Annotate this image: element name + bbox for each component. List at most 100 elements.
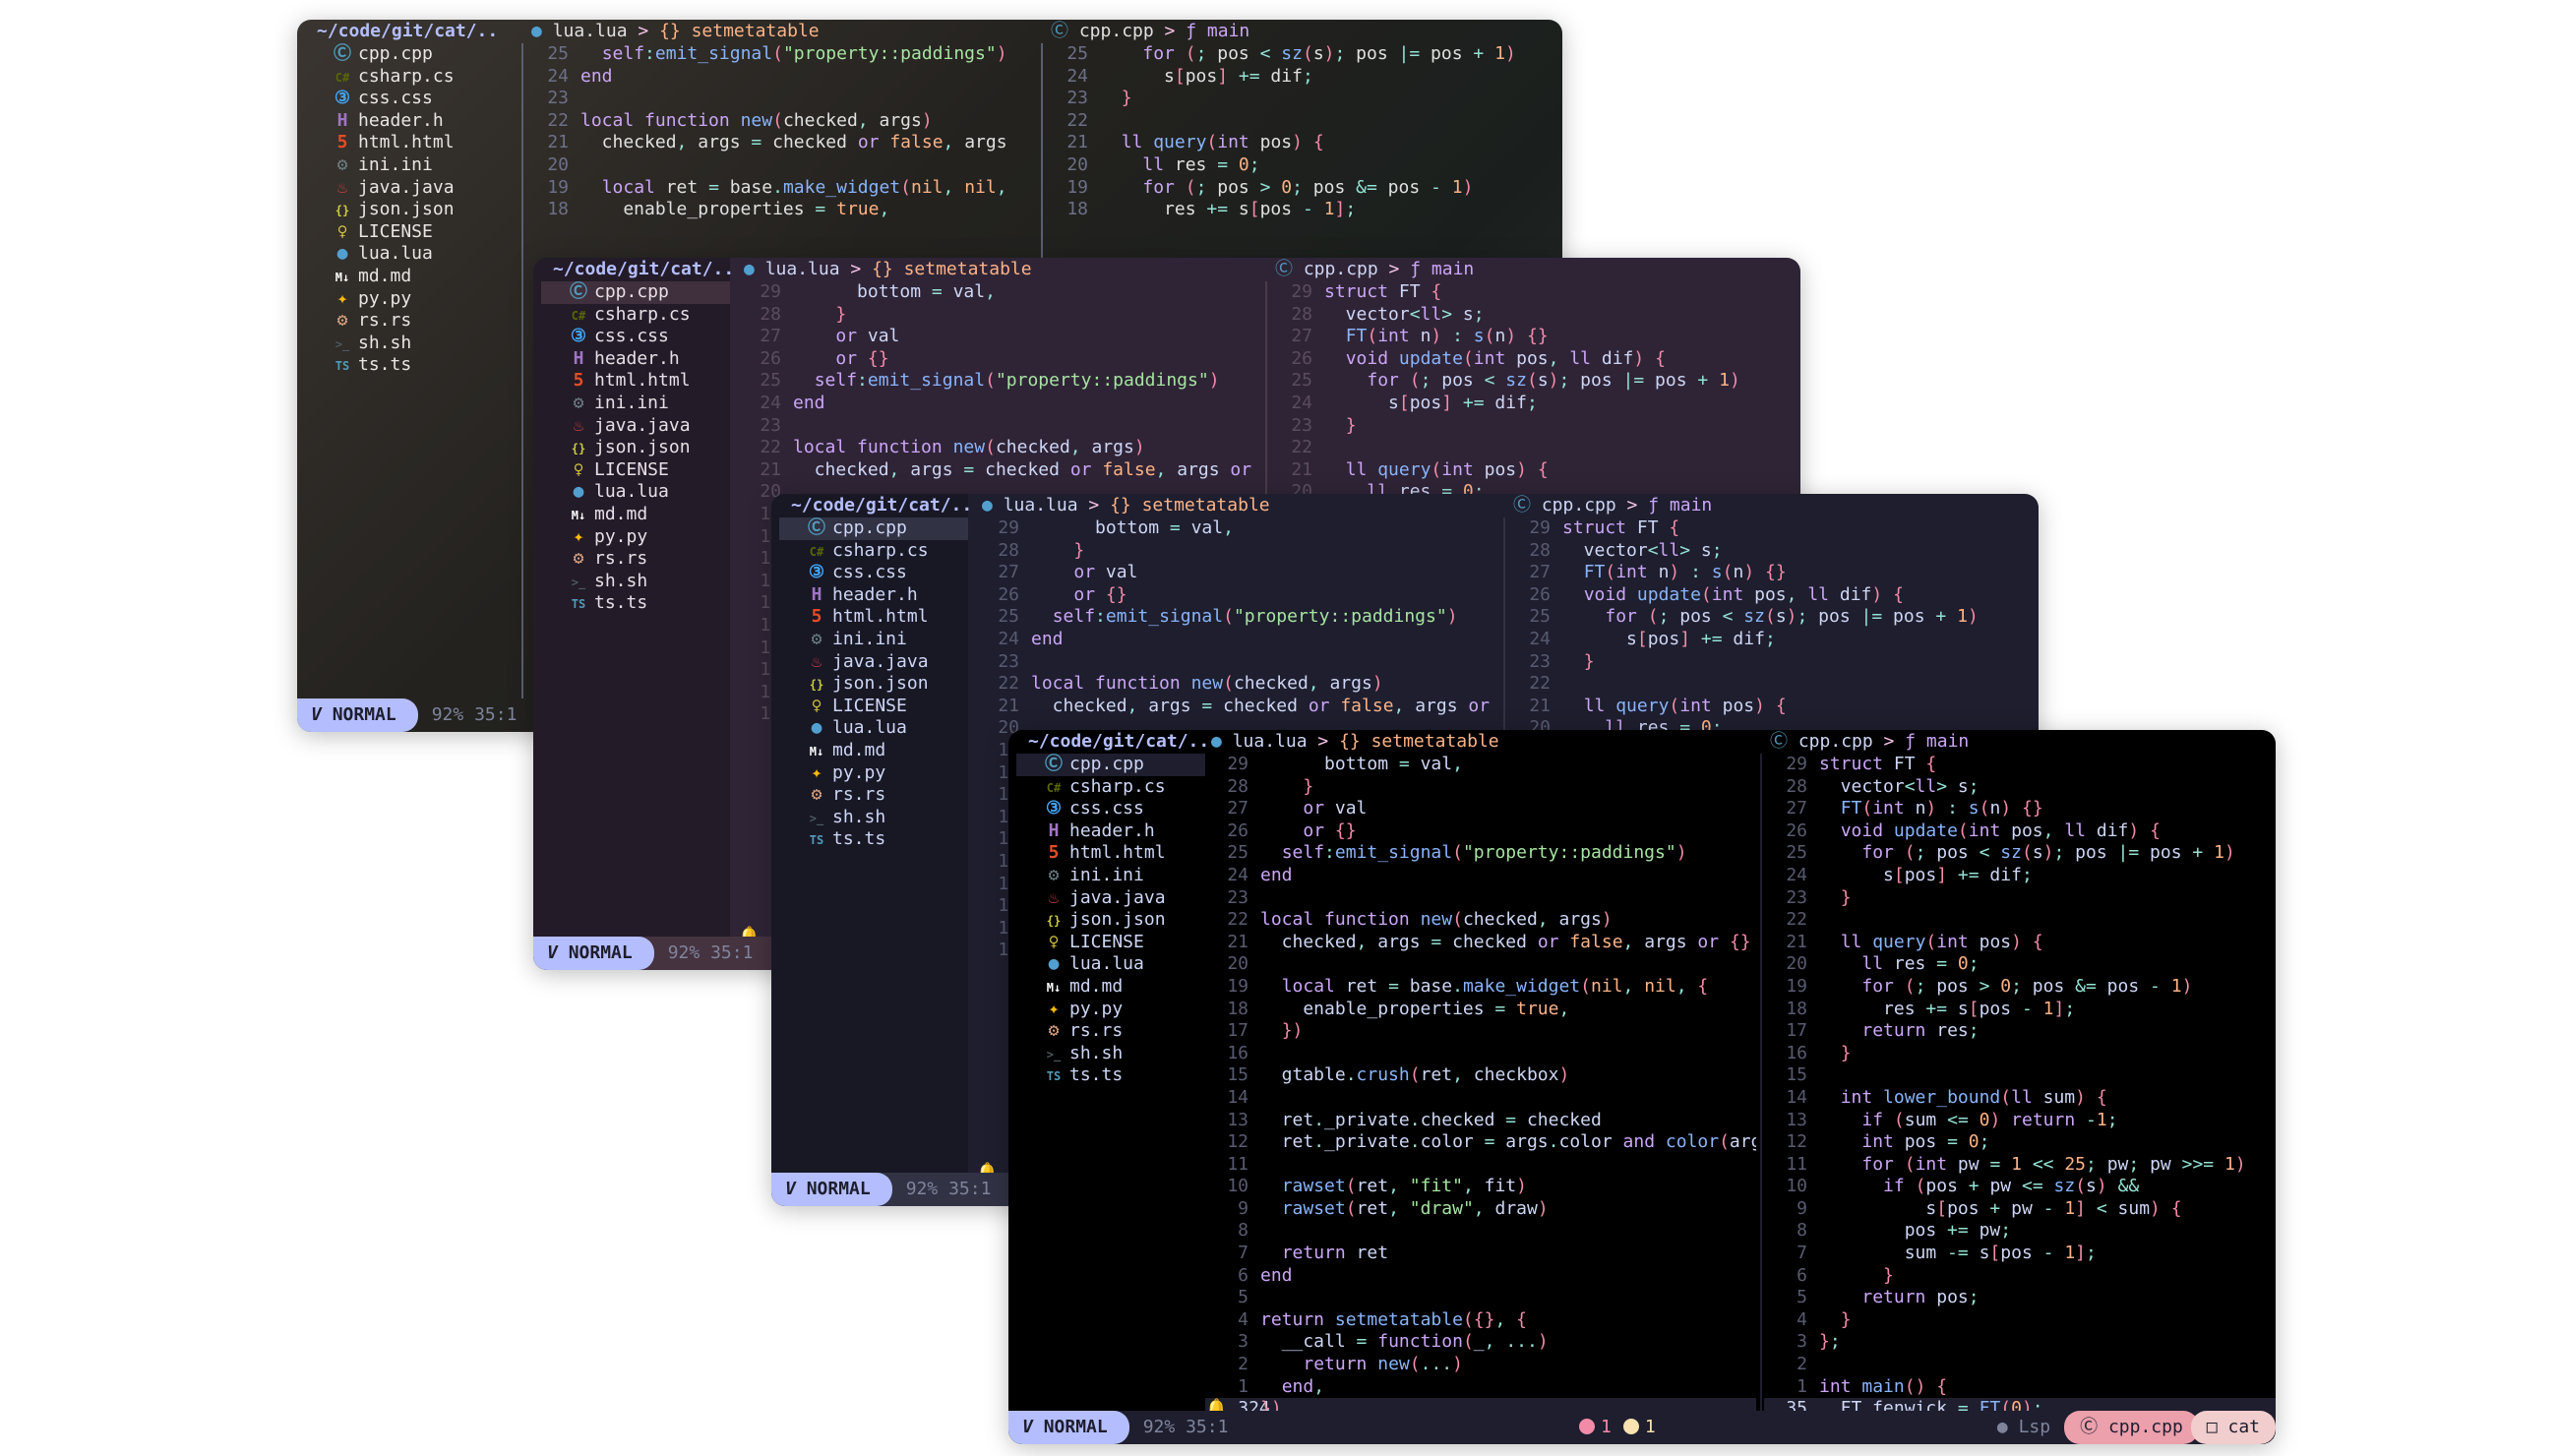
line-number: 26: [998, 583, 1019, 605]
tree-item-sh-sh[interactable]: >_ sh.sh: [779, 807, 968, 829]
code-line: 10 if (pos + pw <= sz(s) &&: [1764, 1176, 2276, 1198]
tree-item-java-java[interactable]: ♨ java.java: [305, 177, 521, 200]
tree-item-license[interactable]: ♀ LICENSE: [305, 221, 521, 244]
tree-item-lua-lua[interactable]: ● lua.lua: [541, 481, 730, 504]
tree-item-ini-ini[interactable]: ⚙ ini.ini: [1016, 865, 1205, 887]
tree-item-rs-rs[interactable]: ⚙ rs.rs: [305, 310, 521, 333]
tree-item-sh-sh[interactable]: >_ sh.sh: [305, 333, 521, 355]
tree-item-ts-ts[interactable]: TS ts.ts: [305, 354, 521, 377]
code-text: end: [793, 392, 825, 413]
breadcrumb-file[interactable]: lua.lua: [1004, 495, 1078, 516]
cpp-icon: Ⓒ: [1275, 259, 1304, 279]
tree-item-py-py[interactable]: ✦ py.py: [305, 288, 521, 311]
tree-item-cpp-cpp[interactable]: Ⓒcpp.cpp: [305, 43, 521, 66]
tree-item-header-h[interactable]: Hheader.h: [1016, 820, 1205, 843]
line-number: 21: [547, 132, 569, 153]
tree-item-csharp-cs[interactable]: C# csharp.cs: [779, 540, 968, 563]
tree-item-html-html[interactable]: 5 html.html: [305, 132, 521, 154]
tree-item-rs-rs[interactable]: ⚙ rs.rs: [541, 548, 730, 571]
lsp-label[interactable]: Lsp: [2019, 1417, 2051, 1437]
breadcrumb-file[interactable]: lua.lua: [765, 259, 840, 279]
tree-item-lua-lua[interactable]: ● lua.lua: [1016, 953, 1205, 976]
line-number: 18: [547, 199, 569, 220]
tree-item-ts-ts[interactable]: TS ts.ts: [1016, 1064, 1205, 1087]
tree-item-css-css[interactable]: ③ css.css: [305, 88, 521, 110]
breadcrumb-symbol[interactable]: setmetatable: [1371, 731, 1499, 752]
tree-item-rs-rs[interactable]: ⚙ rs.rs: [779, 784, 968, 807]
line-number: 26: [1227, 819, 1249, 841]
tree-item-license[interactable]: ♀ LICENSE: [541, 459, 730, 482]
tree-item-header-h[interactable]: Hheader.h: [779, 584, 968, 607]
tree-item-md-md[interactable]: M↓ md.md: [541, 504, 730, 526]
breadcrumb-file[interactable]: cpp.cpp: [1542, 495, 1616, 516]
tree-item-label: csharp.cs: [832, 539, 929, 561]
tree-item-csharp-cs[interactable]: C# csharp.cs: [305, 66, 521, 89]
tree-item-json-json[interactable]: {} json.json: [1016, 909, 1205, 932]
tree-item-json-json[interactable]: {} json.json: [541, 437, 730, 459]
breadcrumb-file[interactable]: cpp.cpp: [1079, 21, 1154, 41]
tree-item-csharp-cs[interactable]: C# csharp.cs: [541, 304, 730, 327]
tree-item-ini-ini[interactable]: ⚙ ini.ini: [305, 154, 521, 177]
tree-item-rs-rs[interactable]: ⚙ rs.rs: [1016, 1020, 1205, 1043]
tree-item-ini-ini[interactable]: ⚙ ini.ini: [779, 629, 968, 651]
breadcrumb-symbol[interactable]: setmetatable: [692, 21, 820, 41]
tree-item-header-h[interactable]: Hheader.h: [541, 348, 730, 371]
tree-item-lua-lua[interactable]: ● lua.lua: [779, 717, 968, 740]
code-line: 24 end: [976, 629, 1497, 651]
breadcrumb-file[interactable]: lua.lua: [1233, 731, 1308, 752]
tree-item-csharp-cs[interactable]: C# csharp.cs: [1016, 776, 1205, 799]
breadcrumb-symbol[interactable]: main: [1431, 259, 1474, 279]
breadcrumb-file[interactable]: cpp.cpp: [1304, 259, 1378, 279]
diagnostics[interactable]: 11: [1579, 1411, 1656, 1444]
tree-item-html-html[interactable]: 5 html.html: [1016, 842, 1205, 865]
tree-item-json-json[interactable]: {} json.json: [779, 673, 968, 696]
tree-item-sh-sh[interactable]: >_ sh.sh: [1016, 1043, 1205, 1065]
breadcrumb-separator: >: [1872, 731, 1906, 752]
tree-item-cpp-cpp[interactable]: Ⓒcpp.cpp: [779, 517, 968, 540]
tree-item-json-json[interactable]: {} json.json: [305, 199, 521, 221]
tree-item-css-css[interactable]: ③ css.css: [779, 562, 968, 584]
breadcrumb-file[interactable]: lua.lua: [553, 21, 628, 41]
tree-item-html-html[interactable]: 5 html.html: [541, 370, 730, 393]
directory-pill[interactable]: □ cat: [2190, 1411, 2276, 1444]
tree-item-java-java[interactable]: ♨ java.java: [779, 651, 968, 674]
tree-item-java-java[interactable]: ♨ java.java: [541, 415, 730, 438]
breadcrumb-file[interactable]: cpp.cpp: [1798, 731, 1873, 752]
file-pill[interactable]: Ⓒ cpp.cpp: [2064, 1411, 2199, 1444]
tree-item-lua-lua[interactable]: ● lua.lua: [305, 243, 521, 266]
tree-item-sh-sh[interactable]: >_ sh.sh: [541, 571, 730, 593]
code-text: }: [1840, 1308, 1852, 1330]
tree-item-md-md[interactable]: M↓ md.md: [305, 266, 521, 288]
tree-item-py-py[interactable]: ✦ py.py: [541, 526, 730, 549]
breadcrumb-symbol[interactable]: main: [1670, 495, 1712, 516]
tree-item-ts-ts[interactable]: TS ts.ts: [779, 828, 968, 851]
tree-item-md-md[interactable]: M↓ md.md: [779, 740, 968, 762]
tree-item-html-html[interactable]: 5 html.html: [779, 606, 968, 629]
gear-icon: ⚙: [811, 628, 822, 649]
cpp-editor-pane[interactable]: Ⓒ cpp.cpp > ƒ main 29 struct FT {28 vector…: [1764, 730, 2276, 1411]
tree-item-css-css[interactable]: ③ css.css: [1016, 798, 1205, 820]
tree-item-cpp-cpp[interactable]: Ⓒcpp.cpp: [541, 281, 730, 304]
breadcrumb-symbol[interactable]: setmetatable: [1142, 495, 1270, 516]
code-text: return new(...): [1303, 1354, 1463, 1375]
breadcrumb-symbol[interactable]: main: [1207, 21, 1249, 41]
line-number: 10: [1786, 1176, 1807, 1197]
tree-item-md-md[interactable]: M↓ md.md: [1016, 976, 1205, 999]
code-text: };: [1819, 1331, 1841, 1353]
breadcrumb-symbol[interactable]: main: [1926, 731, 1969, 752]
breadcrumb-symbol[interactable]: setmetatable: [904, 259, 1032, 279]
tree-item-py-py[interactable]: ✦ py.py: [779, 762, 968, 785]
tree-item-css-css[interactable]: ③ css.css: [541, 326, 730, 348]
tree-item-ini-ini[interactable]: ⚙ ini.ini: [541, 393, 730, 415]
lua-editor-pane[interactable]: ● lua.lua > {} setmetatable 29 bottom = v…: [1205, 730, 1756, 1411]
cpp-icon: Ⓒ: [570, 281, 587, 302]
tree-item-java-java[interactable]: ♨ java.java: [1016, 887, 1205, 910]
tree-item-py-py[interactable]: ✦ py.py: [1016, 999, 1205, 1021]
code-line: 26 void update(int pos, ll dif) {: [1507, 584, 2039, 607]
code-line: 23 }: [1269, 415, 1800, 438]
tree-item-license[interactable]: ♀ LICENSE: [779, 696, 968, 718]
tree-item-ts-ts[interactable]: TS ts.ts: [541, 592, 730, 615]
tree-item-cpp-cpp[interactable]: Ⓒcpp.cpp: [1016, 754, 1205, 776]
tree-item-license[interactable]: ♀ LICENSE: [1016, 932, 1205, 954]
tree-item-header-h[interactable]: Hheader.h: [305, 110, 521, 133]
